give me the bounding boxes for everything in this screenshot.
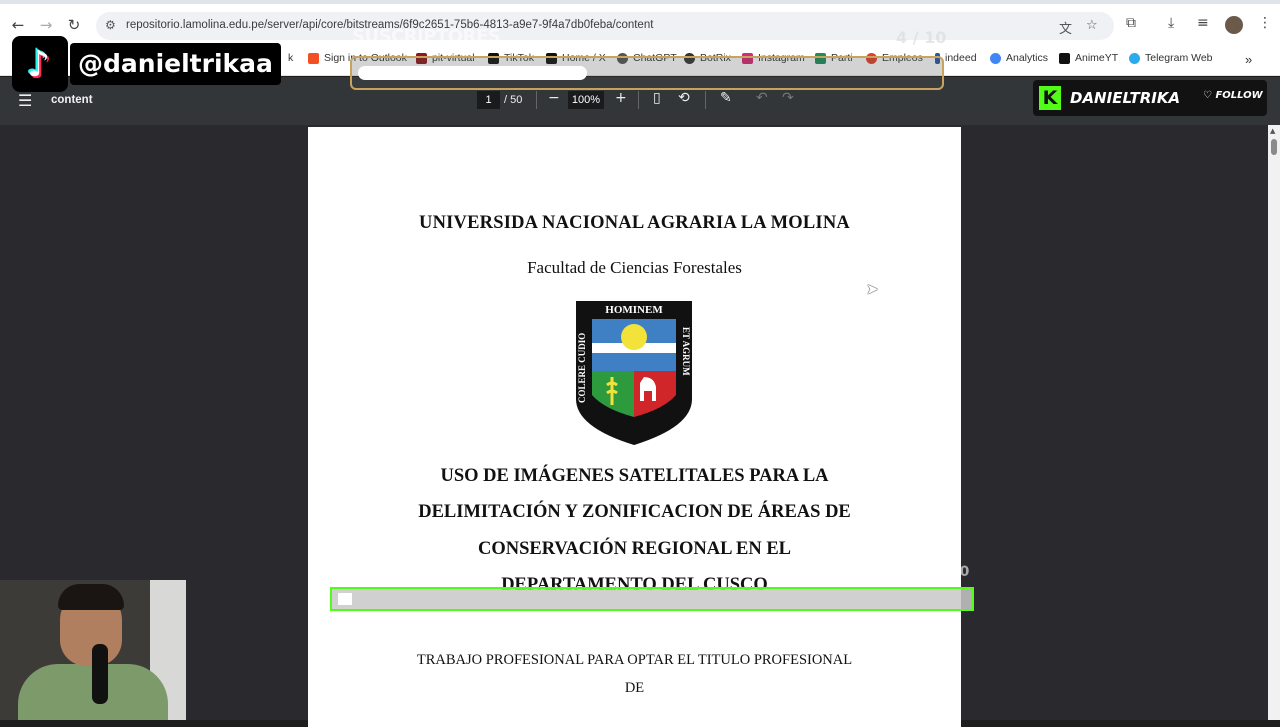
kick-logo-icon: K: [1039, 86, 1061, 110]
scroll-up-arrow-icon[interactable]: ▲: [1270, 127, 1275, 135]
undo-icon[interactable]: ↶: [756, 90, 768, 106]
webcam-feed: [0, 580, 186, 720]
rotate-icon[interactable]: ⟲: [678, 90, 690, 106]
subtitle-line: DE: [624, 680, 645, 696]
bookmark-partial[interactable]: k: [288, 52, 293, 64]
kick-goal-fill: [338, 593, 352, 605]
kick-channel-name: DANIELTRIKA: [1070, 89, 1181, 107]
bookmark-analytics[interactable]: Analytics: [990, 52, 1048, 64]
download-icon[interactable]: ⤓: [1168, 15, 1174, 31]
mouse-cursor-icon: ➤: [866, 280, 879, 298]
scrollbar-thumb[interactable]: [1271, 139, 1277, 155]
bookmark-telegram[interactable]: Telegram Web: [1129, 52, 1213, 64]
thesis-title-line: DELIMITACIÓN Y ZONIFICACION DE ÁREAS DE: [418, 502, 851, 522]
faculty-name: Facultad de Ciencias Forestales: [527, 258, 742, 277]
extensions-icon[interactable]: ⧉: [1126, 15, 1136, 31]
kick-goal-label: "KICKS TO ESCAPE FROM LATIN AMERICA AND …: [334, 564, 839, 580]
kick-goal-count: 65 / 2000: [896, 564, 970, 580]
profile-avatar[interactable]: [1225, 16, 1243, 34]
university-name: UNIVERSIDA NACIONAL AGRARIA LA MOLINA: [419, 213, 850, 233]
zoom-out-icon[interactable]: −: [548, 90, 560, 106]
tiktok-handle: @danieltrikaa: [70, 43, 281, 85]
kick-follow-overlay: K DANIELTRIKA ♡ FOLLOW: [1033, 80, 1267, 116]
forward-arrow-icon[interactable]: →: [36, 15, 56, 35]
back-arrow-icon[interactable]: ←: [8, 15, 28, 35]
kick-goal-bar: [330, 587, 974, 611]
thesis-title-line: CONSERVACIÓN REGIONAL EN EL: [477, 539, 792, 559]
reload-icon[interactable]: ↻: [64, 15, 84, 35]
page-number-input[interactable]: 1: [477, 91, 500, 109]
kick-follow-label: ♡ FOLLOW: [1203, 90, 1263, 101]
pdf-page: UNIVERSIDA NACIONAL AGRARIA LA MOLINA Fa…: [308, 127, 961, 727]
scrollbar[interactable]: ▲: [1268, 125, 1280, 720]
tab-strip-edge: [0, 0, 1280, 4]
zoom-level-input[interactable]: 100%: [568, 91, 604, 109]
reading-list-icon[interactable]: ≡: [1197, 15, 1209, 31]
microphone: [92, 644, 108, 704]
subtitle-line: TRABAJO PROFESIONAL PARA OPTAR EL TITULO…: [416, 652, 853, 668]
subscriber-goal-fill: [358, 66, 587, 80]
tiktok-logo-icon: ♪: [12, 36, 68, 92]
bookmark-animeyt[interactable]: AnimeYT: [1059, 52, 1118, 64]
crest-motto-right: ET AGRUM: [681, 327, 691, 376]
translate-icon[interactable]: 文: [1059, 18, 1072, 37]
redo-icon[interactable]: ↷: [782, 90, 794, 106]
subscriber-goal-bar: [350, 56, 944, 90]
toolbar-divider: [536, 91, 537, 109]
bookmark-star-icon[interactable]: ☆: [1086, 18, 1098, 33]
subscriber-goal-count: 4 / 10: [896, 28, 947, 47]
toolbar-divider: [705, 91, 706, 109]
annotate-icon[interactable]: ✎: [720, 90, 732, 106]
zoom-in-icon[interactable]: +: [615, 90, 627, 106]
telegram-icon: [1129, 52, 1140, 64]
subscriber-goal-label: SUSCRIPTORES: [352, 26, 501, 47]
page-total: / 50: [504, 94, 523, 106]
fit-page-icon[interactable]: ▯: [653, 90, 661, 106]
hamburger-menu-icon[interactable]: ☰: [18, 91, 32, 110]
bookmarks-overflow-icon[interactable]: »: [1245, 52, 1252, 67]
site-info-icon[interactable]: ⚙: [105, 18, 116, 32]
more-menu-icon[interactable]: ⋮: [1258, 15, 1272, 31]
document-title: content: [51, 94, 93, 106]
university-crest-logo: HOMINEM COLERE CUDIO ET AGRUM: [576, 301, 692, 445]
outlook-icon: [308, 52, 319, 64]
animeyt-icon: [1059, 52, 1070, 64]
crest-motto-top: HOMINEM: [605, 304, 663, 316]
thesis-title-line: USO DE IMÁGENES SATELITALES PARA LA: [440, 466, 829, 486]
crest-motto-left: COLERE CUDIO: [577, 333, 587, 403]
toolbar-divider: [638, 91, 639, 109]
analytics-icon: [990, 52, 1001, 64]
tiktok-handle-overlay: ♪ @danieltrikaa: [12, 36, 288, 92]
